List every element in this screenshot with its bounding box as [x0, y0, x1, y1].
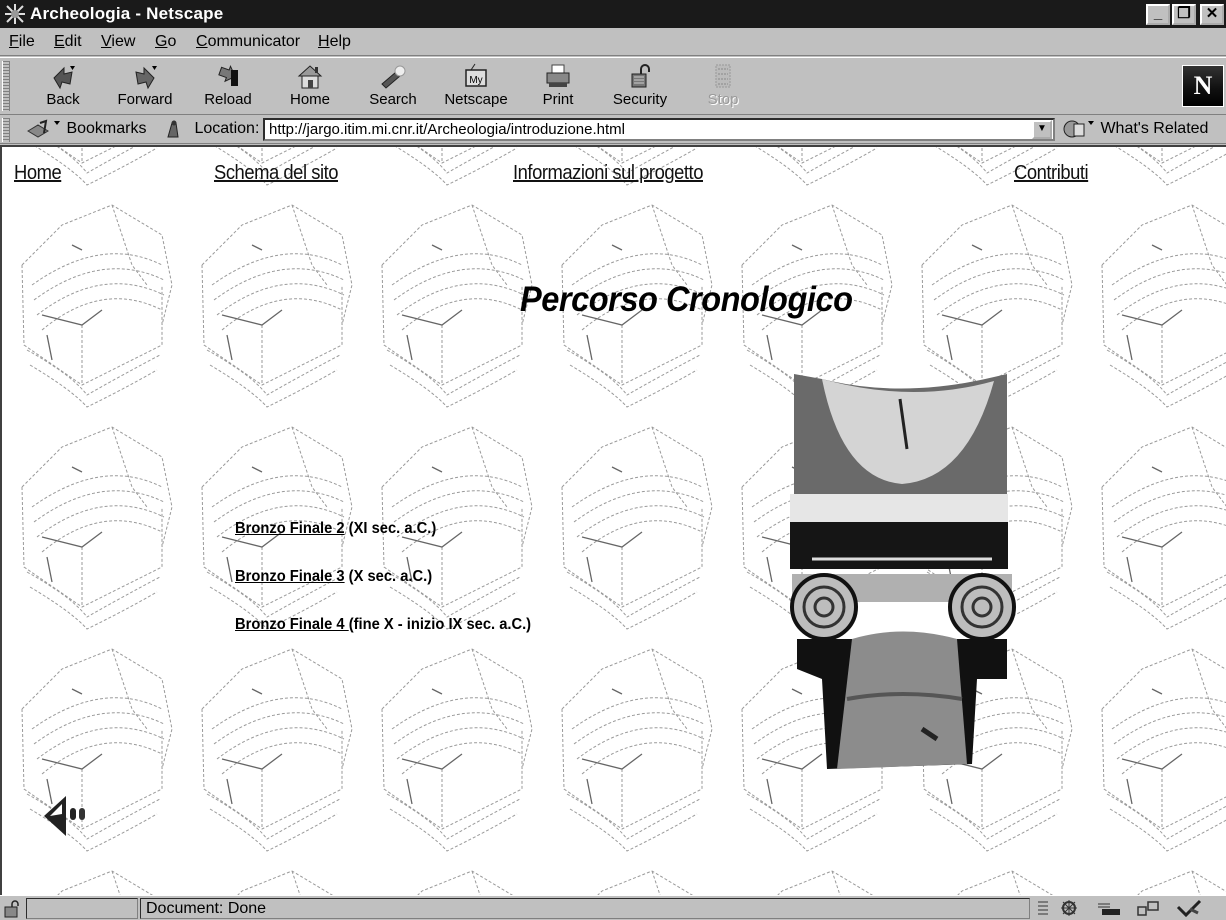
location-label-group: Location:: [164, 119, 259, 139]
back-button[interactable]: Back: [23, 62, 103, 112]
reload-icon: [218, 64, 238, 86]
maximize-button[interactable]: ❐: [1172, 4, 1196, 25]
navigation-toolbar: Back Forward Reload Home Search My Netsc…: [0, 57, 1226, 115]
period-link-bronzo-finale-4[interactable]: Bronzo Finale 4: [235, 616, 349, 633]
component-bar-grip-icon[interactable]: [1036, 899, 1050, 917]
whats-related-icon: [1063, 120, 1094, 138]
whats-related-label: What's Related: [1100, 120, 1209, 138]
bookmarks-icon: [27, 119, 60, 138]
nav-site-map-link[interactable]: Schema del sito: [214, 162, 338, 185]
svg-text:My: My: [469, 75, 482, 86]
bookmarks-button[interactable]: Bookmarks: [26, 119, 146, 141]
menu-file[interactable]: File: [9, 33, 35, 51]
stop-button[interactable]: Stop: [683, 62, 763, 112]
close-button[interactable]: ✕: [1200, 4, 1224, 25]
title-bar: Archeologia - Netscape _ ❐ ✕: [0, 0, 1226, 28]
url-history-dropdown[interactable]: ▼: [1032, 120, 1052, 139]
whats-related-button[interactable]: What's Related: [1062, 119, 1208, 139]
netscape-logo[interactable]: N: [1182, 65, 1224, 107]
menu-view[interactable]: View: [101, 33, 135, 51]
printer-icon: [546, 64, 570, 87]
period-item: Bronzo Finale 3 (X sec. a.C.): [235, 568, 432, 586]
ionic-capital-sundial-image: [790, 374, 1016, 769]
menu-help[interactable]: Help: [318, 33, 351, 51]
toolbar-grip[interactable]: [2, 61, 10, 111]
nav-project-info-link[interactable]: Informazioni sul progetto: [513, 162, 703, 185]
composer-icon[interactable]: [1176, 899, 1202, 917]
security-button[interactable]: Security: [600, 62, 680, 112]
forward-button[interactable]: Forward: [105, 62, 185, 112]
padlock-icon: [631, 64, 650, 88]
background-sketch-tiles: [2, 147, 1226, 895]
status-text: Document: Done: [146, 900, 267, 917]
search-button[interactable]: Search: [353, 62, 433, 112]
period-item: Bronzo Finale 2 (XI sec. a.C.): [235, 520, 436, 538]
menu-communicator[interactable]: Communicator: [196, 33, 300, 51]
reload-button[interactable]: Reload: [188, 62, 268, 112]
progress-cell: [26, 898, 138, 919]
minimize-button[interactable]: _: [1146, 4, 1170, 25]
search-icon: [381, 65, 406, 89]
window-title: Archeologia - Netscape: [30, 4, 224, 23]
forward-icon: [135, 66, 157, 90]
period-link-bronzo-finale-2[interactable]: Bronzo Finale 2: [235, 520, 345, 537]
my-netscape-button[interactable]: My Netscape: [436, 62, 516, 112]
home-button[interactable]: Home: [270, 62, 350, 112]
mail-icon[interactable]: [1096, 899, 1122, 917]
period-detail: (fine X - inizio IX sec. a.C.): [348, 616, 532, 633]
period-detail: (X sec. a.C.): [344, 568, 433, 585]
back-icon: [53, 66, 75, 90]
netscape-app-icon: [5, 4, 25, 24]
bookmarks-label: Bookmarks: [66, 120, 147, 138]
security-status-icon[interactable]: [2, 899, 24, 919]
menu-edit[interactable]: Edit: [54, 33, 82, 51]
page-content: Home Schema del sito Informazioni sul pr…: [0, 145, 1226, 895]
stop-icon: [715, 64, 731, 88]
print-button[interactable]: Print: [518, 62, 598, 112]
nav-contributions-link[interactable]: Contributi: [1014, 162, 1089, 185]
location-label: Location:: [194, 120, 260, 138]
status-bar: Document: Done: [0, 895, 1226, 920]
location-toolbar-grip[interactable]: [2, 118, 10, 142]
page-heading: Percorso Cronologico: [520, 280, 853, 319]
period-item: Bronzo Finale 4 (fine X - inizio IX sec.…: [235, 616, 531, 634]
period-detail: (XI sec. a.C.): [344, 520, 437, 537]
discussion-groups-icon[interactable]: [1136, 899, 1160, 917]
location-toolbar: Bookmarks Location: http://jargo.itim.mi…: [0, 116, 1226, 144]
my-netscape-icon: My: [465, 63, 487, 87]
status-text-cell: [140, 898, 1030, 919]
back-arrow-icon[interactable]: [42, 790, 94, 842]
menu-go[interactable]: Go: [155, 33, 176, 51]
navigator-icon[interactable]: [1058, 899, 1080, 917]
home-icon: [297, 65, 323, 89]
page-proxy-icon[interactable]: [164, 119, 182, 139]
period-link-bronzo-finale-3[interactable]: Bronzo Finale 3: [235, 568, 345, 585]
nav-home-link[interactable]: Home: [14, 162, 62, 185]
browser-window: Archeologia - Netscape _ ❐ ✕ File Edit V…: [0, 0, 1226, 920]
menu-bar: File Edit View Go Communicator Help: [0, 28, 1226, 56]
url-input[interactable]: http://jargo.itim.mi.cnr.it/Archeologia/…: [263, 118, 1055, 141]
